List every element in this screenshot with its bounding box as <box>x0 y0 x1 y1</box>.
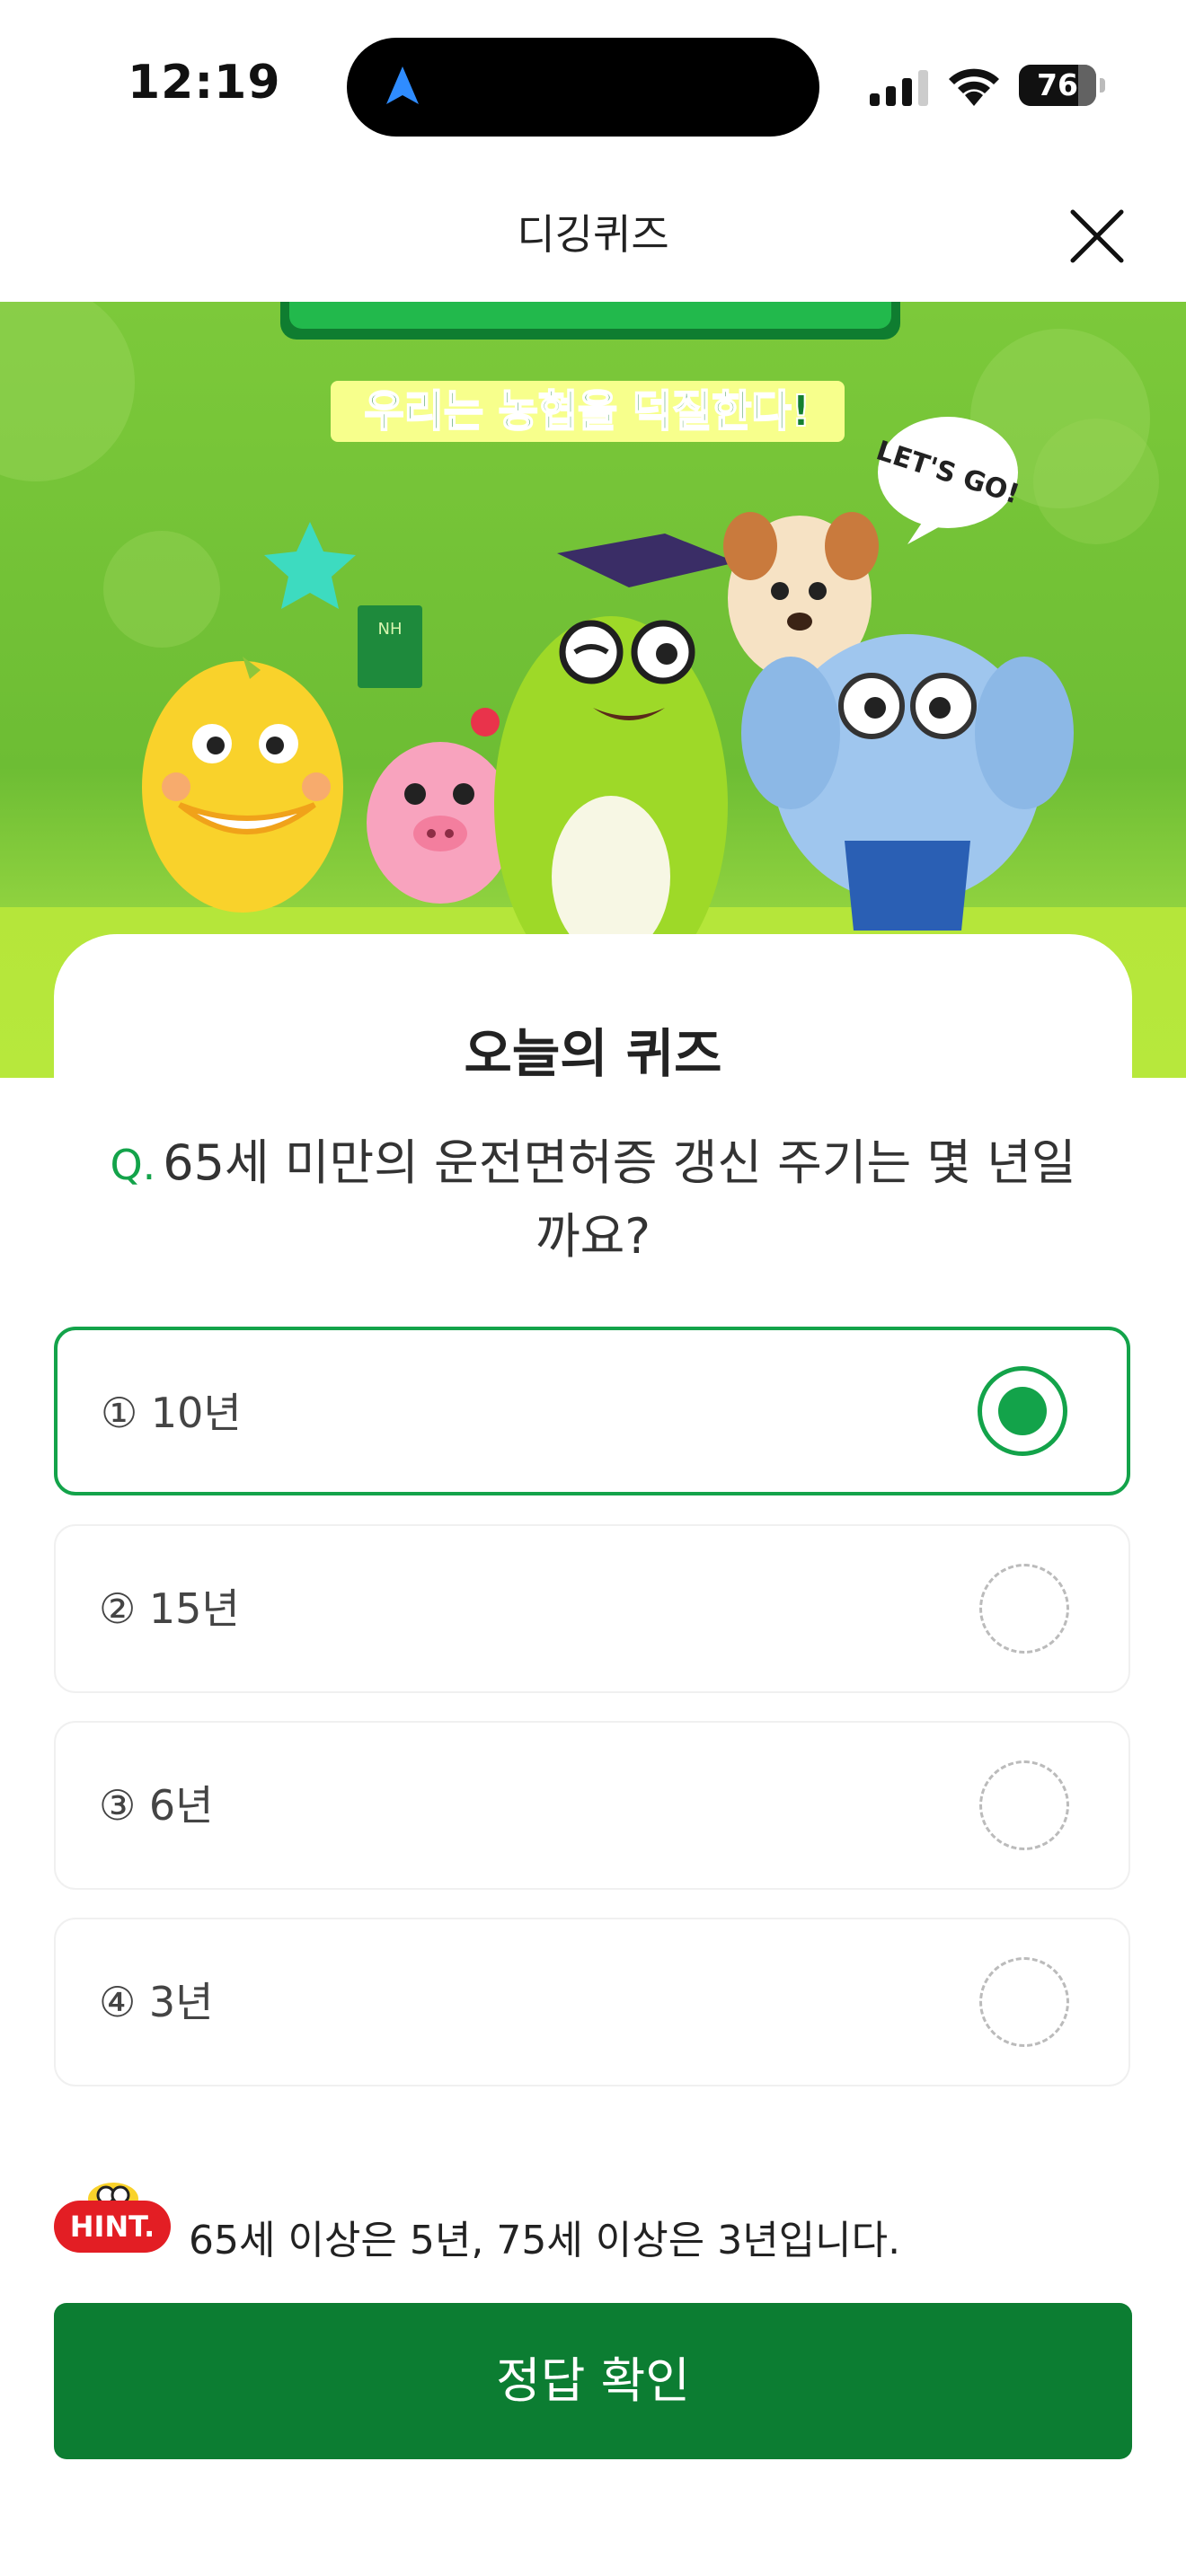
banner-tagline: 우리는 농협을 덕질한다! <box>365 386 811 437</box>
dynamic-island <box>347 38 819 137</box>
quiz-card-title: 오늘의 퀴즈 <box>458 1011 728 1087</box>
close-icon[interactable] <box>1066 205 1128 268</box>
battery-level: 76 <box>1037 67 1078 102</box>
check-answer-button[interactable]: 정답 확인 <box>54 2303 1132 2459</box>
radio-empty-icon[interactable] <box>979 1957 1069 2047</box>
answer-option-label: ④ 3년 <box>99 1978 214 2026</box>
radio-empty-icon[interactable] <box>979 1760 1069 1850</box>
location-arrow-icon <box>386 66 419 104</box>
radio-empty-icon[interactable] <box>979 1564 1069 1654</box>
answer-option-4[interactable]: ④ 3년 <box>54 1918 1130 2086</box>
question-text: 65세 미만의 운전면허증 갱신 주기는 몇 년일까요? <box>163 1134 1076 1265</box>
question-text-block: Q. 65세 미만의 운전면허증 갱신 주기는 몇 년일까요? <box>90 1127 1096 1273</box>
wifi-icon <box>949 68 999 106</box>
hint-text: 65세 이상은 5년, 75세 이상은 3년입니다. <box>189 2218 901 2263</box>
status-time: 12:19 <box>128 56 281 110</box>
quiz-card-title-wrap: 오늘의 퀴즈 <box>54 1011 1132 1087</box>
banner-book-text: NH <box>378 620 403 639</box>
cellular-signal-icon <box>870 70 928 106</box>
page-title: 디깅퀴즈 <box>517 210 669 259</box>
answer-option-label: ① 10년 <box>101 1389 242 1437</box>
answer-option-1[interactable]: ① 10년 <box>54 1327 1130 1495</box>
answer-option-label: ③ 6년 <box>99 1781 214 1830</box>
status-bar: 12:19 76 <box>0 0 1186 171</box>
battery-icon: 76 <box>1019 65 1105 106</box>
answer-option-3[interactable]: ③ 6년 <box>54 1721 1130 1890</box>
answer-option-2[interactable]: ② 15년 <box>54 1524 1130 1693</box>
hint-badge: HINT. <box>54 2201 171 2253</box>
answer-option-label: ② 15년 <box>99 1584 240 1633</box>
question-prefix: Q. <box>110 1141 156 1189</box>
radio-selected-icon[interactable] <box>978 1366 1067 1456</box>
quiz-card: 오늘의 퀴즈 <box>54 934 1132 1132</box>
